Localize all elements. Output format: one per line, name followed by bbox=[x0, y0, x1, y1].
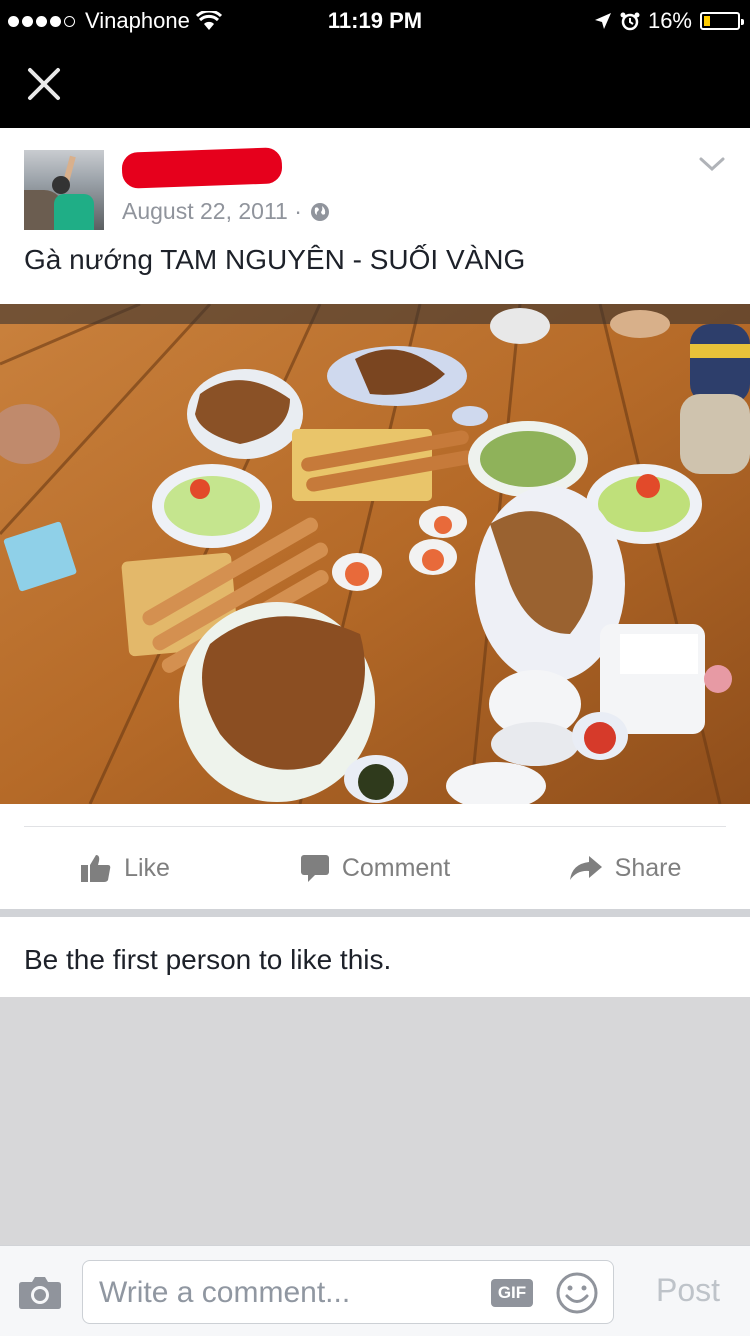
section-divider bbox=[0, 909, 750, 917]
nav-bar bbox=[0, 42, 750, 128]
post-date: August 22, 2011 · bbox=[122, 198, 330, 225]
comment-composer: Write a comment... GIF Post bbox=[0, 1245, 750, 1336]
status-right: 16% bbox=[594, 8, 744, 34]
avatar[interactable] bbox=[24, 150, 104, 230]
comment-placeholder: Write a comment... bbox=[99, 1276, 351, 1309]
post-date-text[interactable]: August 22, 2011 · bbox=[122, 198, 302, 225]
comment-input[interactable]: Write a comment... GIF bbox=[82, 1260, 614, 1324]
like-label: Like bbox=[124, 853, 170, 882]
post-header: August 22, 2011 · Gà nướng TAM NGUYÊN - … bbox=[0, 128, 750, 304]
battery-percent: 16% bbox=[647, 8, 692, 33]
location-arrow-icon bbox=[594, 13, 611, 29]
like-button[interactable]: Like bbox=[0, 853, 250, 883]
camera-icon[interactable] bbox=[18, 1274, 62, 1310]
comment-label: Comment bbox=[341, 853, 451, 882]
globe-icon bbox=[310, 202, 329, 221]
comments-empty-area bbox=[0, 997, 750, 1245]
emoji-icon[interactable] bbox=[555, 1271, 599, 1315]
comment-icon bbox=[300, 855, 329, 882]
post-text: Gà nướng TAM NGUYÊN - SUỐI VÀNG bbox=[24, 244, 526, 275]
close-icon[interactable] bbox=[22, 62, 66, 106]
like-icon bbox=[81, 855, 111, 882]
chevron-down-icon[interactable] bbox=[698, 154, 726, 174]
redacted-author-name bbox=[121, 147, 283, 189]
share-button[interactable]: Share bbox=[500, 854, 750, 883]
post-card: August 22, 2011 · Gà nướng TAM NGUYÊN - … bbox=[0, 128, 750, 1003]
likes-summary: Be the first person to like this. bbox=[24, 944, 392, 975]
post-actions: Like Comment Share bbox=[0, 827, 750, 909]
alarm-icon bbox=[620, 12, 640, 31]
battery-icon bbox=[700, 12, 744, 30]
share-icon bbox=[569, 856, 602, 880]
post-photo[interactable] bbox=[0, 304, 750, 804]
post-button[interactable]: Post bbox=[656, 1272, 720, 1309]
comment-button[interactable]: Comment bbox=[250, 853, 500, 883]
status-bar: Vinaphone 11:19 PM 16% bbox=[0, 0, 750, 42]
gif-icon[interactable]: GIF bbox=[491, 1279, 533, 1307]
share-label: Share bbox=[614, 853, 682, 882]
